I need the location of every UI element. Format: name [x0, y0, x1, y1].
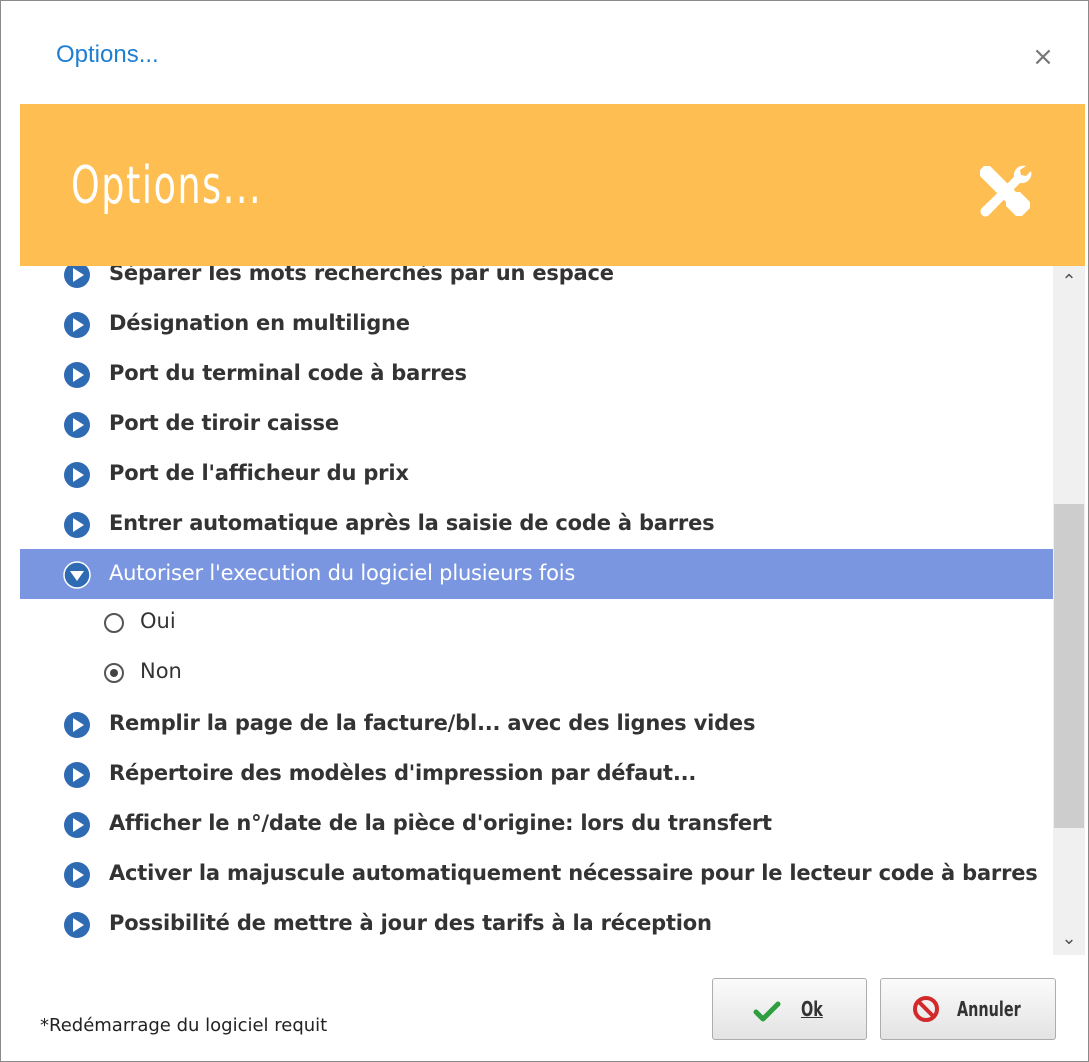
- option-row[interactable]: Afficher le n°/date de la pièce d'origin…: [20, 799, 1053, 849]
- play-arrow-icon[interactable]: [63, 711, 91, 739]
- option-label: Port du terminal code à barres: [109, 361, 467, 385]
- ok-button[interactable]: Ok: [712, 978, 867, 1040]
- radio-option-label: Oui: [140, 609, 176, 633]
- scroll-up-icon[interactable]: ⌃: [1053, 266, 1085, 298]
- option-label: Séparer les mots recherchés par un espac…: [109, 266, 614, 285]
- scroll-thumb[interactable]: [1054, 504, 1084, 828]
- option-row[interactable]: Entrer automatique après la saisie de co…: [20, 499, 1053, 549]
- options-rows: Séparer les mots recherchés par un espac…: [20, 266, 1053, 949]
- close-button[interactable]: ×: [1025, 41, 1061, 77]
- play-arrow-icon[interactable]: [63, 266, 91, 289]
- cancel-label: Annuler: [957, 997, 1021, 1021]
- option-label: Possibilité de mettre à jour des tarifs …: [109, 911, 712, 935]
- play-arrow-icon[interactable]: [63, 311, 91, 339]
- option-row[interactable]: Port de tiroir caisse: [20, 399, 1053, 449]
- radio-dot: [110, 669, 118, 677]
- option-label: Entrer automatique après la saisie de co…: [109, 511, 715, 535]
- option-row[interactable]: Remplir la page de la facture/bl... avec…: [20, 699, 1053, 749]
- play-arrow-icon[interactable]: [63, 761, 91, 789]
- play-arrow-icon[interactable]: [63, 511, 91, 539]
- option-row[interactable]: Autoriser l'execution du logiciel plusie…: [20, 549, 1053, 599]
- radio-unchecked-icon[interactable]: [104, 613, 124, 633]
- banner-title: Options...: [71, 156, 263, 216]
- header-banner: Options...: [20, 104, 1085, 266]
- play-arrow-icon[interactable]: [63, 811, 91, 839]
- option-row[interactable]: Possibilité de mettre à jour des tarifs …: [20, 899, 1053, 949]
- option-row[interactable]: Port de l'afficheur du prix: [20, 449, 1053, 499]
- radio-checked-icon[interactable]: [104, 663, 124, 683]
- options-list[interactable]: Séparer les mots recherchés par un espac…: [20, 266, 1053, 955]
- option-row[interactable]: Désignation en multiligne: [20, 299, 1053, 349]
- cancel-button[interactable]: Annuler: [880, 978, 1056, 1040]
- option-label: Autoriser l'execution du logiciel plusie…: [109, 561, 576, 585]
- restart-note: *Redémarrage du logiciel requit: [40, 1015, 328, 1036]
- option-row[interactable]: Port du terminal code à barres: [20, 349, 1053, 399]
- option-row[interactable]: Séparer les mots recherchés par un espac…: [20, 266, 1053, 299]
- play-arrow-icon[interactable]: [63, 411, 91, 439]
- window-title: Options...: [56, 41, 159, 68]
- option-label: Remplir la page de la facture/bl... avec…: [109, 711, 756, 735]
- radio-option[interactable]: Oui: [20, 599, 1053, 649]
- option-label: Port de l'afficheur du prix: [109, 461, 409, 485]
- option-label: Port de tiroir caisse: [109, 411, 339, 435]
- play-arrow-icon[interactable]: [63, 911, 91, 939]
- option-label: Désignation en multiligne: [109, 311, 410, 335]
- option-row[interactable]: Activer la majuscule automatiquement néc…: [20, 849, 1053, 899]
- checkmark-icon: [753, 1001, 781, 1022]
- scroll-down-icon[interactable]: ⌄: [1053, 923, 1085, 955]
- prohibited-icon: [913, 996, 939, 1022]
- option-label: Répertoire des modèles d'impression par …: [109, 761, 697, 785]
- option-label: Activer la majuscule automatiquement néc…: [109, 861, 1038, 885]
- expanded-arrow-icon[interactable]: [63, 561, 91, 589]
- radio-option[interactable]: Non: [20, 649, 1053, 699]
- tools-icon: [980, 165, 1032, 217]
- play-arrow-icon[interactable]: [63, 861, 91, 889]
- options-dialog: Options... × Options... Séparer les mots…: [0, 0, 1089, 1062]
- play-arrow-icon[interactable]: [63, 361, 91, 389]
- play-arrow-icon[interactable]: [63, 461, 91, 489]
- title-bar: Options... ×: [1, 1, 1088, 103]
- option-label: Afficher le n°/date de la pièce d'origin…: [109, 811, 772, 835]
- option-row[interactable]: Répertoire des modèles d'impression par …: [20, 749, 1053, 799]
- vertical-scrollbar[interactable]: ⌃ ⌄: [1053, 266, 1085, 955]
- radio-option-label: Non: [140, 659, 182, 683]
- ok-label: Ok: [801, 997, 823, 1021]
